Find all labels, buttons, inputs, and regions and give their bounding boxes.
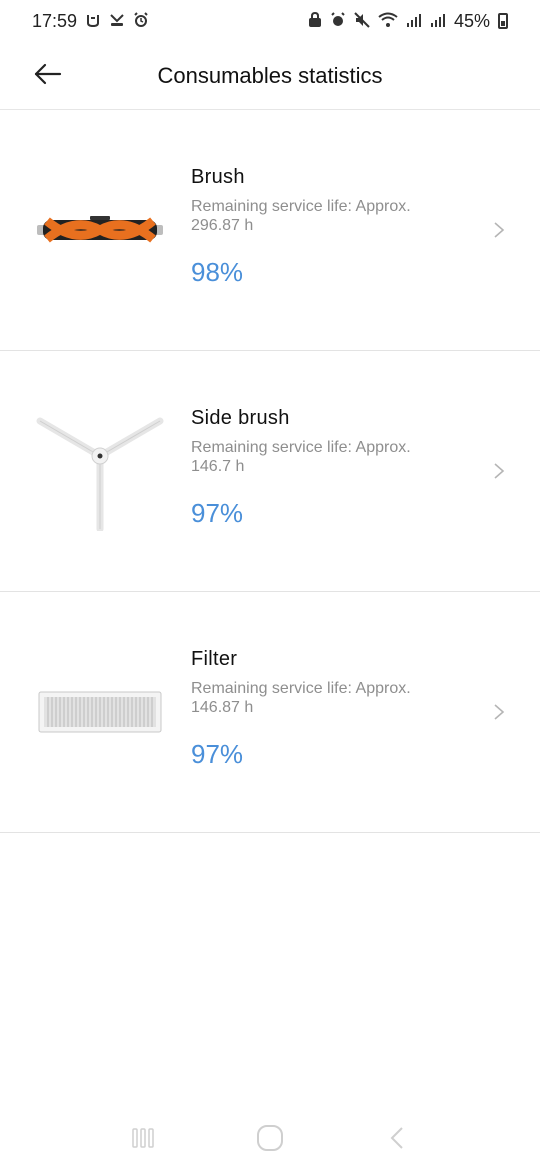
alarm-icon [133, 11, 149, 31]
signal-icon-1 [406, 12, 422, 31]
side-brush-image [30, 411, 170, 531]
remaining-percent: 98% [191, 257, 244, 287]
battery-icon [498, 13, 508, 29]
consumable-text: Side brush Remaining service life: Appro… [191, 407, 471, 529]
consumable-name: Side brush [191, 407, 290, 429]
remaining-life-label: Remaining service life: Approx. [191, 439, 411, 456]
missed-call-icon [109, 12, 125, 31]
chevron-right-icon [492, 702, 506, 722]
consumable-item-brush[interactable]: Brush Remaining service life: Approx. 29… [0, 110, 540, 351]
system-nav-bar [0, 1110, 540, 1170]
remaining-life-label: Remaining service life: Approx. [191, 680, 411, 697]
status-bar: 17:59 45% [0, 0, 540, 42]
recents-icon [130, 1125, 156, 1156]
arrow-left-icon [34, 63, 62, 90]
remaining-hours: 146.7 h [191, 458, 245, 475]
wifi-icon [378, 12, 398, 31]
status-time: 17:59 [32, 10, 78, 31]
status-right: 45% [308, 11, 508, 32]
consumable-name: Brush [191, 166, 245, 188]
app-header: Consumables statistics [0, 42, 540, 110]
back-button[interactable] [28, 58, 68, 94]
remaining-hours: 296.87 h [191, 217, 254, 234]
page-title: Consumables statistics [157, 62, 383, 88]
remaining-percent: 97% [191, 498, 244, 528]
home-icon [256, 1124, 284, 1157]
consumable-text: Brush Remaining service life: Approx. 29… [191, 166, 471, 288]
status-left: 17:59 [32, 11, 149, 32]
remaining-life-label: Remaining service life: Approx. [191, 198, 411, 215]
remaining-hours: 146.87 h [191, 699, 254, 716]
battery-percent: 45% [453, 10, 490, 31]
remaining-percent: 97% [191, 739, 244, 769]
mi-home-icon [85, 12, 101, 31]
lock-icon [308, 11, 322, 31]
chevron-right-icon [492, 220, 506, 240]
consumable-item-side-brush[interactable]: Side brush Remaining service life: Appro… [0, 351, 540, 592]
consumables-list: Brush Remaining service life: Approx. 29… [0, 110, 540, 833]
back-chevron-icon [387, 1125, 407, 1156]
alarm-status-icon [330, 11, 346, 31]
consumable-item-filter[interactable]: Filter Remaining service life: Approx. 1… [0, 592, 540, 833]
home-button[interactable] [250, 1122, 290, 1158]
signal-icon-2 [430, 12, 446, 31]
brush-image [30, 170, 170, 290]
mute-icon [354, 11, 370, 31]
filter-image [30, 652, 170, 772]
system-back-button[interactable] [377, 1122, 417, 1158]
chevron-right-icon [492, 461, 506, 481]
recents-button[interactable] [123, 1122, 163, 1158]
consumable-text: Filter Remaining service life: Approx. 1… [191, 648, 471, 770]
consumable-name: Filter [191, 648, 238, 670]
